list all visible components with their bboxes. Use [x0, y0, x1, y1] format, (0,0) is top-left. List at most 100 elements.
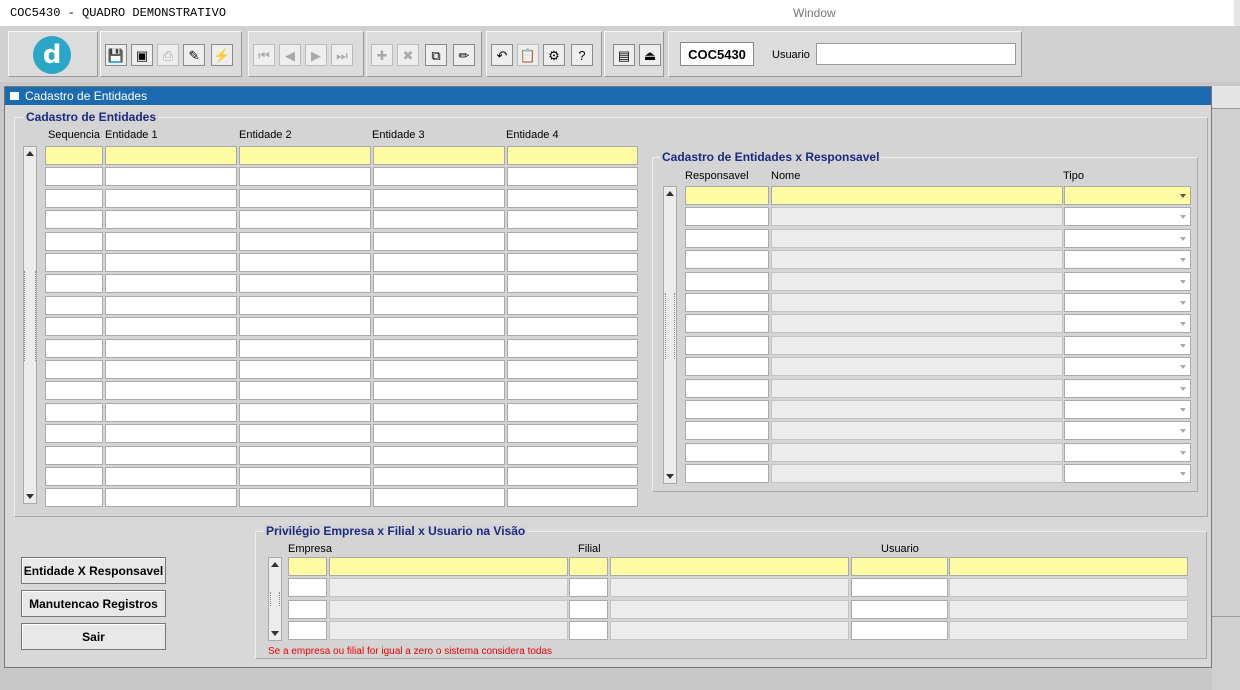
entidades-row-entidade-3-field[interactable] [373, 210, 505, 230]
entidades-row-entidade-4-field[interactable] [507, 467, 638, 486]
responsavel-row-tipo-field[interactable] [1064, 421, 1191, 441]
entidades-row-entidade-4-field[interactable] [507, 295, 638, 315]
responsavel-row-tipo-field[interactable] [1064, 314, 1191, 334]
duplicate-record-button[interactable]: ⧉ [425, 44, 447, 66]
entidades-row-entidade-4-field[interactable] [507, 167, 638, 187]
scroll-down-icon[interactable] [26, 494, 34, 499]
entidades-row-entidade-2-field[interactable] [239, 467, 371, 486]
responsavel-row-responsavel-field[interactable] [685, 314, 769, 334]
entidades-row-sequencia-field[interactable] [45, 274, 103, 294]
entidades-row-entidade-3-field[interactable] [373, 424, 505, 444]
entidades-row-entidade-1-field[interactable] [105, 188, 237, 208]
responsavel-row-responsavel-field[interactable] [685, 464, 769, 484]
entidades-row-entidade-3-field[interactable] [373, 274, 505, 294]
entidades-row-entidade-4-field[interactable] [507, 360, 638, 379]
scroll-down-icon[interactable] [666, 474, 674, 479]
privilegio-row-usuario-codigo-field[interactable] [851, 599, 948, 619]
privilegio-row-usuario-nome-field[interactable] [949, 557, 1188, 576]
privilegio-row-empresa-codigo-field[interactable] [288, 599, 327, 619]
undo-button[interactable]: ↶ [491, 44, 513, 66]
responsavel-row-nome-field[interactable] [771, 421, 1063, 441]
responsavel-row-tipo-field[interactable] [1064, 378, 1191, 398]
responsavel-row-responsavel-field[interactable] [685, 400, 769, 419]
entidades-row-entidade-3-field[interactable] [373, 338, 505, 358]
privilegio-row-usuario-codigo-field[interactable] [851, 557, 948, 576]
responsavel-row-responsavel-field[interactable] [685, 335, 769, 355]
entidades-row-entidade-3-field[interactable] [373, 146, 505, 165]
entidades-row-entidade-1-field[interactable] [105, 274, 237, 294]
responsavel-row-tipo-field[interactable] [1064, 250, 1191, 270]
privilegio-row-filial-nome-field[interactable] [610, 599, 849, 619]
clear-record-button[interactable]: ✏ [453, 44, 475, 66]
entidades-row-sequencia-field[interactable] [45, 295, 103, 315]
entidades-row-entidade-4-field[interactable] [507, 445, 638, 465]
help-button[interactable]: ? [571, 44, 593, 66]
responsavel-row-nome-field[interactable] [771, 464, 1063, 484]
entidades-row-entidade-1-field[interactable] [105, 253, 237, 272]
previous-record-button[interactable]: ◀ [279, 44, 301, 66]
entidades-row-entidade-1-field[interactable] [105, 360, 237, 379]
entidades-row-entidade-3-field[interactable] [373, 488, 505, 508]
entidades-row-sequencia-field[interactable] [45, 167, 103, 187]
entidades-row-entidade-1-field[interactable] [105, 167, 237, 187]
entidades-row-sequencia-field[interactable] [45, 488, 103, 508]
privilegio-row-empresa-codigo-field[interactable] [288, 620, 327, 640]
scroll-grip[interactable] [270, 592, 280, 606]
entidades-row-entidade-3-field[interactable] [373, 467, 505, 486]
entidades-row-sequencia-field[interactable] [45, 381, 103, 401]
menu-button[interactable]: ▤ [613, 44, 635, 66]
entidades-row-sequencia-field[interactable] [45, 253, 103, 272]
responsavel-row-nome-field[interactable] [771, 271, 1063, 291]
privilegio-row-empresa-nome-field[interactable] [329, 578, 568, 598]
entidades-row-entidade-1-field[interactable] [105, 338, 237, 358]
entidades-row-entidade-1-field[interactable] [105, 317, 237, 337]
entidades-row-sequencia-field[interactable] [45, 231, 103, 251]
privilegio-row-filial-nome-field[interactable] [610, 557, 849, 576]
entidades-row-sequencia-field[interactable] [45, 210, 103, 230]
last-record-button[interactable]: ⏭ [331, 44, 353, 66]
responsavel-row-nome-field[interactable] [771, 378, 1063, 398]
privilegio-row-usuario-nome-field[interactable] [949, 599, 1188, 619]
responsavel-row-responsavel-field[interactable] [685, 357, 769, 377]
responsavel-row-nome-field[interactable] [771, 293, 1063, 312]
scroll-grip[interactable] [24, 271, 36, 361]
entidades-row-entidade-1-field[interactable] [105, 424, 237, 444]
privilegio-row-filial-codigo-field[interactable] [569, 620, 608, 640]
entidades-row-entidade-2-field[interactable] [239, 274, 371, 294]
entidades-row-entidade-2-field[interactable] [239, 424, 371, 444]
responsavel-row-responsavel-field[interactable] [685, 293, 769, 312]
insert-record-button[interactable]: ✚ [371, 44, 393, 66]
responsavel-row-nome-field[interactable] [771, 400, 1063, 419]
responsavel-row-nome-field[interactable] [771, 442, 1063, 462]
responsavel-row-nome-field[interactable] [771, 186, 1063, 205]
entidades-row-entidade-1-field[interactable] [105, 146, 237, 165]
entidades-row-entidade-1-field[interactable] [105, 381, 237, 401]
entidades-row-entidade-1-field[interactable] [105, 231, 237, 251]
responsavel-row-tipo-field[interactable] [1064, 335, 1191, 355]
responsavel-row-nome-field[interactable] [771, 228, 1063, 248]
entidades-row-entidade-2-field[interactable] [239, 381, 371, 401]
scroll-up-icon[interactable] [666, 191, 674, 196]
entidades-row-entidade-2-field[interactable] [239, 167, 371, 187]
entidades-row-entidade-2-field[interactable] [239, 188, 371, 208]
entidades-row-entidade-3-field[interactable] [373, 445, 505, 465]
privilegio-row-usuario-codigo-field[interactable] [851, 578, 948, 598]
responsavel-row-tipo-field[interactable] [1064, 400, 1191, 419]
privilegio-row-usuario-nome-field[interactable] [949, 620, 1188, 640]
privilegio-row-filial-codigo-field[interactable] [569, 599, 608, 619]
execute-query-button[interactable]: ⚡ [211, 44, 233, 66]
save-button[interactable]: 💾 [105, 44, 127, 66]
entidades-row-sequencia-field[interactable] [45, 338, 103, 358]
responsavel-scrollbar[interactable] [663, 186, 677, 484]
responsavel-row-nome-field[interactable] [771, 357, 1063, 377]
manutencao-registros-button[interactable]: Manutencao Registros [21, 590, 166, 617]
privilegio-row-empresa-nome-field[interactable] [329, 599, 568, 619]
entidades-row-entidade-4-field[interactable] [507, 274, 638, 294]
entidades-row-entidade-4-field[interactable] [507, 488, 638, 508]
scroll-grip[interactable] [665, 293, 675, 359]
responsavel-row-tipo-field[interactable] [1064, 464, 1191, 484]
entidades-row-entidade-2-field[interactable] [239, 295, 371, 315]
privilegio-row-filial-codigo-field[interactable] [569, 557, 608, 576]
scroll-up-icon[interactable] [26, 151, 34, 156]
privilegio-row-empresa-nome-field[interactable] [329, 557, 568, 576]
